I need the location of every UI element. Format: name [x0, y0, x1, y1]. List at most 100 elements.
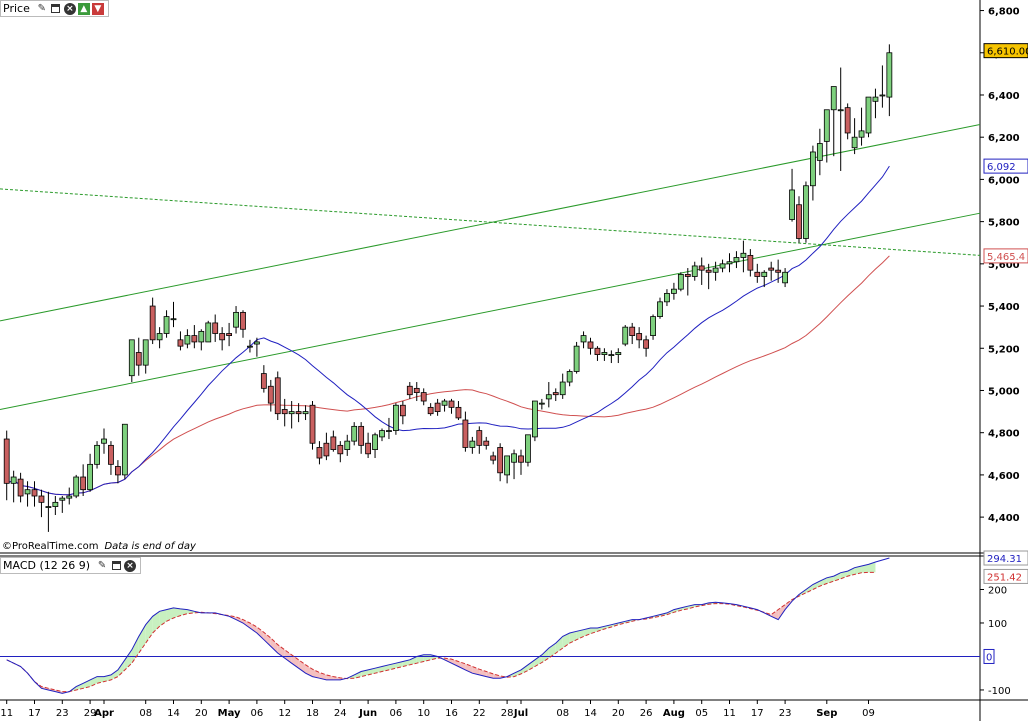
candle	[59, 496, 66, 513]
candle	[671, 282, 677, 300]
candle	[851, 118, 858, 155]
candle-body-down	[636, 333, 643, 341]
x-tick-label: 17	[751, 708, 764, 719]
candle	[184, 329, 191, 349]
candle	[511, 449, 517, 480]
candle-body-up	[10, 476, 17, 484]
y-tick-label: 5,200	[988, 344, 1020, 355]
candle-body-down	[115, 466, 121, 476]
candle-body-up	[532, 400, 538, 438]
candle-body-up	[719, 263, 726, 269]
candle	[38, 489, 45, 518]
y-tick-label: 6,400	[988, 91, 1020, 102]
candle-body-down	[3, 438, 10, 484]
candle	[566, 369, 573, 387]
trend-lines	[0, 124, 981, 410]
candle-body-down	[796, 204, 802, 239]
y-tick-label: 4,600	[988, 471, 1020, 482]
candle	[406, 382, 413, 399]
arrow-down-icon[interactable]: ▼	[91, 2, 104, 15]
candle-body-down	[844, 107, 851, 134]
candle-body-up	[712, 267, 719, 273]
candle	[128, 339, 135, 383]
candle	[518, 449, 524, 475]
candle	[135, 337, 142, 376]
candle-body-down	[108, 444, 114, 465]
macd-histogram-fill	[555, 636, 563, 654]
candle-body-down	[684, 273, 691, 277]
candle-body-up	[858, 130, 865, 138]
candle-body-up	[288, 411, 295, 415]
close-icon[interactable]: ×	[63, 2, 76, 15]
x-tick-label: 10	[417, 708, 430, 719]
candle	[559, 373, 566, 399]
candle-body-down	[587, 341, 594, 349]
candle-body-up	[740, 252, 747, 258]
x-tick-label: 12	[278, 708, 291, 719]
window-icon[interactable]	[110, 560, 122, 572]
candle	[636, 327, 643, 349]
candle-body-up	[615, 352, 622, 355]
close-icon[interactable]: ×	[124, 559, 137, 572]
candle	[538, 398, 545, 410]
candle	[698, 257, 705, 285]
trendline-lower	[0, 212, 981, 410]
candle-body-up	[782, 271, 788, 284]
candle-body-down	[476, 430, 483, 446]
candle	[344, 434, 351, 456]
candle	[754, 263, 761, 283]
candle-body-up	[726, 261, 733, 265]
candles	[3, 44, 893, 532]
candle-body-up	[351, 425, 358, 442]
candle-body-up	[566, 371, 573, 383]
candle-body-up	[886, 52, 893, 98]
candle	[87, 453, 93, 492]
candle-body-up	[73, 476, 80, 497]
y-tick-label: 5,400	[988, 302, 1020, 313]
candle-body-down	[754, 271, 761, 277]
candle-body-up	[184, 335, 191, 345]
candle	[601, 348, 608, 361]
y-tick-label: 4,400	[988, 513, 1020, 524]
window-icon[interactable]	[50, 3, 62, 15]
candle	[330, 430, 337, 452]
wrench-icon[interactable]: ✎	[36, 3, 48, 15]
candle	[219, 327, 226, 351]
signal-line	[6, 571, 876, 693]
candle-body-up	[59, 497, 66, 501]
candle-body-up	[392, 404, 399, 431]
candle-body-up	[803, 185, 809, 239]
arrow-up-icon[interactable]: ▲	[77, 2, 90, 15]
candle	[253, 337, 260, 357]
candle	[865, 96, 872, 138]
candle-body-up	[128, 339, 135, 377]
candle	[615, 348, 622, 364]
macd-panel-title: MACD (12 26 9)	[3, 559, 91, 572]
ma20-line	[6, 165, 890, 496]
candle-body-down	[775, 269, 782, 273]
candle-body-up	[469, 440, 476, 448]
macd-histogram-fill	[166, 607, 174, 622]
candle-body-up	[170, 318, 177, 321]
zero-label: 0	[983, 648, 995, 664]
wrench-icon[interactable]: ✎	[96, 560, 108, 572]
candle-body-up	[205, 322, 212, 343]
candle	[94, 441, 100, 469]
candle	[163, 310, 170, 338]
candle	[413, 382, 420, 402]
candle	[121, 423, 128, 480]
candle-body-down	[31, 489, 38, 497]
x-tick-label: 22	[473, 708, 486, 719]
candle-body-up	[441, 400, 448, 406]
candle-body-down	[406, 385, 413, 396]
candle	[323, 432, 330, 461]
candle	[532, 400, 538, 442]
candle-body-down	[698, 265, 705, 271]
y-tick-label: 200	[988, 585, 1007, 596]
y-tick-label: 6,000	[988, 175, 1020, 186]
candle-body-up	[851, 136, 858, 149]
ma20-value-label-text: 6,092	[987, 162, 1016, 173]
chart-svg: 6,8006,6006,4006,2006,0005,8005,6005,400…	[0, 0, 1028, 721]
x-tick-label: May	[218, 708, 241, 719]
candle	[629, 322, 636, 345]
